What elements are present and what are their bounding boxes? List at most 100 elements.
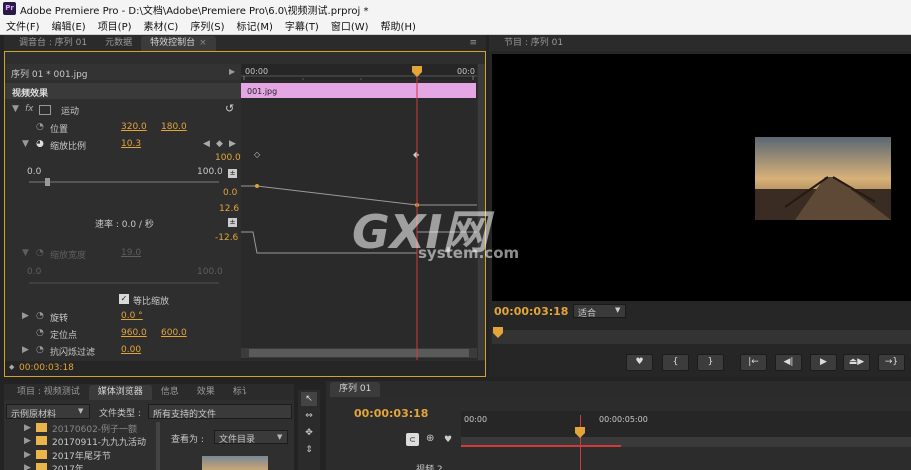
stopwatch-icon[interactable]: ◔ — [36, 328, 44, 338]
view-as-dropdown[interactable]: 文件目录 ▼ — [214, 430, 288, 445]
tab-effect-controls[interactable]: 特效控制台 × — [141, 36, 216, 51]
ruler-start-label: 00:00 — [245, 67, 268, 76]
scale-width-label: 缩放宽度 — [50, 251, 87, 261]
expand-triangle-icon[interactable]: ▼ — [12, 104, 19, 114]
expand-triangle-icon[interactable]: ▶ — [24, 463, 31, 470]
tab-audio-mixer[interactable]: 调音台 : 序列 01 — [10, 36, 96, 51]
program-playhead[interactable] — [492, 327, 504, 339]
expand-triangle-icon[interactable]: ▶ — [24, 423, 31, 433]
add-keyframe-icon[interactable]: ◆ — [216, 139, 223, 149]
play-button[interactable]: ▶ — [810, 354, 837, 371]
link-icon[interactable]: ⊕ — [426, 433, 434, 444]
folder-list-scrollbar[interactable] — [156, 422, 160, 470]
uniform-scale-checkbox[interactable]: ✓ — [119, 294, 129, 304]
go-to-out-button[interactable]: →} — [878, 354, 905, 371]
timeline-ruler[interactable]: 00:00 00:00:05:00 — [461, 411, 911, 447]
anchor-y-value[interactable]: 600.0 — [161, 328, 187, 338]
rolling-edit-tool-icon[interactable]: ⇕ — [301, 443, 317, 457]
menu-project[interactable]: 项目(P) — [92, 18, 138, 33]
tab-effects[interactable]: 效果 — [188, 385, 224, 400]
transform-box-icon[interactable] — [39, 105, 51, 115]
antiflicker-row: ▶ ◔ 抗闪烁过滤 0.00 — [5, 342, 241, 360]
scale-slider-min: 0.0 — [27, 167, 42, 177]
tab-effect-controls-label: 特效控制台 — [150, 38, 196, 48]
tab-info[interactable]: 信息 — [152, 385, 188, 400]
scale-value[interactable]: 10.3 — [121, 139, 141, 149]
next-keyframe-icon[interactable]: ▶ — [229, 139, 236, 149]
tab-media-browser[interactable]: 媒体浏览器 — [88, 385, 152, 400]
fit-dropdown[interactable]: 适合 ▼ — [573, 304, 626, 319]
go-to-in-button[interactable]: |← — [740, 354, 767, 371]
close-icon[interactable]: × — [199, 38, 207, 48]
add-marker-icon[interactable]: ♥ — [444, 435, 452, 445]
prev-keyframe-icon[interactable]: ◀ — [203, 139, 210, 149]
ripple-edit-tool-icon[interactable]: ✥ — [301, 426, 317, 440]
track-select-tool-icon[interactable]: ⇔ — [301, 409, 317, 423]
expand-triangle-icon[interactable]: ▶ — [24, 436, 31, 446]
menu-edit[interactable]: 编辑(E) — [46, 18, 92, 33]
menu-window[interactable]: 窗口(W) — [325, 18, 375, 33]
timeline-playhead[interactable] — [574, 427, 586, 439]
velocity-label: 速率 : 0.0 / 秒 — [95, 220, 154, 230]
step-forward-button[interactable]: ⏏▶ — [843, 354, 870, 371]
tab-program[interactable]: 节目 : 序列 01 — [495, 36, 572, 51]
graph-toggle-icon[interactable]: ± — [228, 169, 237, 178]
play-icon[interactable]: ▶ — [229, 67, 235, 76]
folder-item[interactable]: ▶ 20170602-例子一额 — [24, 422, 154, 435]
antiflicker-value[interactable]: 0.00 — [121, 345, 141, 355]
file-type-dropdown[interactable]: 所有支持的文件 — [148, 404, 292, 420]
menu-title[interactable]: 字幕(T) — [279, 18, 325, 33]
reset-icon[interactable]: ↺ — [225, 102, 234, 115]
scale-slider-track[interactable] — [29, 181, 219, 183]
panel-menu-icon[interactable]: ≡ — [460, 36, 486, 51]
anchor-x-value[interactable]: 960.0 — [121, 328, 147, 338]
folder-item[interactable]: ▶ 20170911-九九九活动 — [24, 435, 154, 448]
menu-clip[interactable]: 素材(C) — [138, 18, 185, 33]
timeline-timecode[interactable]: 00:00:03:18 — [354, 407, 428, 420]
mark-out-button[interactable]: } — [697, 354, 724, 371]
media-thumbnail[interactable] — [202, 456, 268, 470]
folder-icon — [36, 436, 47, 445]
tab-project[interactable]: 项目 : 视频测试 — [8, 385, 89, 400]
position-label: 位置 — [50, 125, 69, 135]
tab-metadata[interactable]: 元数据 — [96, 36, 141, 51]
effect-panel-timecode[interactable]: 00:00:03:18 — [19, 363, 74, 373]
position-y-value[interactable]: 180.0 — [161, 122, 187, 132]
folder-item[interactable]: ▶ 2017年... — [24, 462, 154, 470]
position-x-value[interactable]: 320.0 — [121, 122, 147, 132]
expand-triangle-icon[interactable]: ▶ — [22, 311, 29, 321]
selection-tool-icon[interactable]: ↖ — [301, 392, 317, 406]
tab-markers[interactable]: 标讠 — [224, 385, 260, 400]
graph-toggle-icon[interactable]: ± — [228, 218, 237, 227]
media-source-dropdown[interactable]: 示例原材料 ▼ — [6, 404, 90, 420]
fx-icon[interactable]: fx — [25, 104, 34, 114]
menu-file[interactable]: 文件(F) — [0, 18, 46, 33]
timeline-zoom-icon[interactable]: ◆ — [9, 363, 14, 371]
scale-label: 缩放比例 — [50, 142, 87, 152]
add-marker-button[interactable]: ♥ — [626, 354, 653, 371]
menu-marker[interactable]: 标记(M) — [230, 18, 278, 33]
menu-sequence[interactable]: 序列(S) — [184, 18, 230, 33]
folder-label: 2017年尾牙节 — [52, 452, 111, 462]
program-timecode[interactable]: 00:00:03:18 — [494, 305, 568, 318]
folder-item[interactable]: ▶ 2017年尾牙节 — [24, 449, 154, 462]
scale-slider-handle[interactable] — [45, 178, 50, 186]
view-as-label: 查看为 : — [171, 435, 204, 445]
tab-sequence[interactable]: 序列 01 — [330, 382, 381, 397]
sequence-clip-label: 序列 01 * 001.jpg — [11, 70, 88, 80]
motion-row[interactable]: ▼ fx 运动 ↺ — [5, 101, 241, 119]
stopwatch-icon[interactable]: ◔ — [36, 345, 44, 355]
pier-thumbnail — [755, 137, 891, 220]
step-back-button[interactable]: ◀| — [775, 354, 802, 371]
mark-in-button[interactable]: { — [662, 354, 689, 371]
expand-triangle-icon[interactable]: ▶ — [22, 345, 29, 355]
stopwatch-icon[interactable]: ◕ — [36, 139, 44, 149]
expand-triangle-icon[interactable]: ▶ — [24, 450, 31, 460]
program-scrub-bar[interactable] — [492, 330, 911, 344]
snap-icon[interactable]: ⊂ — [406, 433, 419, 446]
stopwatch-icon[interactable]: ◔ — [36, 122, 44, 132]
stopwatch-icon[interactable]: ◔ — [36, 311, 44, 321]
rotation-value[interactable]: 0.0 ° — [121, 311, 143, 321]
expand-triangle-icon[interactable]: ▼ — [22, 139, 29, 149]
menu-help[interactable]: 帮助(H) — [375, 18, 422, 33]
